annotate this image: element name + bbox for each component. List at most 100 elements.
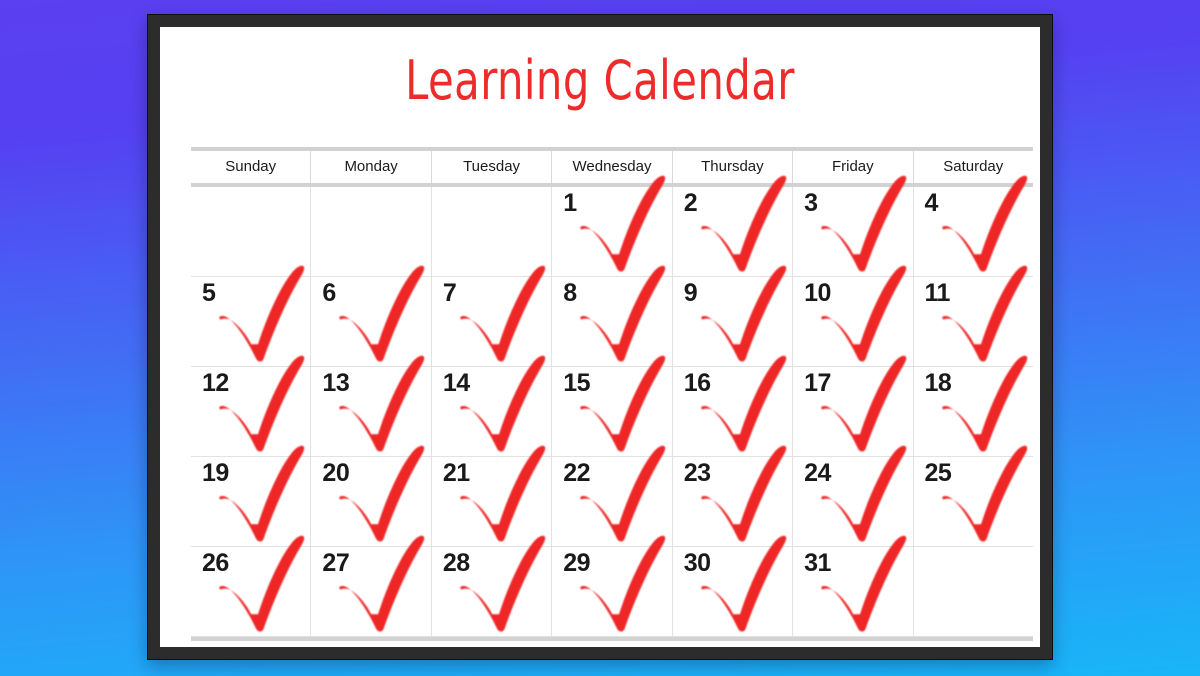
checkmark-icon (819, 533, 911, 633)
calendar-week-row: 26 27 28 29 30 31 (191, 535, 1033, 637)
calendar-day-cell-8[interactable]: 8 (551, 265, 671, 366)
day-header-sunday: Sunday (225, 158, 277, 175)
day-number: 9 (683, 279, 698, 307)
calendar-day-cell-16[interactable]: 16 (671, 355, 792, 456)
checkmark-icon (578, 443, 670, 543)
day-header-thursday: Thursday (671, 151, 792, 183)
day-number: 21 (442, 459, 470, 487)
checkmark-icon (578, 533, 670, 633)
calendar-day-cell-empty[interactable] (191, 187, 310, 276)
calendar-day-cell-21[interactable]: 21 (430, 445, 551, 546)
day-number: 8 (563, 279, 577, 307)
calendar-week-row: 12 13 14 15 16 17 18 (191, 355, 1033, 457)
day-number: 4 (924, 189, 939, 217)
calendar-day-cell-3[interactable]: 3 (792, 175, 912, 276)
calendar-week-row: 19 20 21 22 23 24 25 (191, 445, 1033, 547)
checkmark-icon (337, 353, 429, 453)
calendar-day-cell-23[interactable]: 23 (671, 445, 792, 546)
checkmark-icon (217, 263, 309, 363)
day-number: 7 (442, 279, 457, 307)
checkmark-icon (819, 263, 911, 363)
checkmark-icon (458, 263, 550, 363)
calendar-day-cell-9[interactable]: 9 (671, 265, 792, 366)
checkmark-icon (578, 173, 670, 273)
day-number: 20 (322, 459, 350, 487)
calendar-day-cell-13[interactable]: 13 (310, 355, 430, 456)
checkmark-icon (217, 533, 309, 633)
day-number: 27 (322, 549, 350, 577)
calendar-day-cell-31[interactable]: 31 (792, 535, 912, 636)
day-number: 1 (563, 189, 577, 217)
checkmark-icon (458, 533, 550, 633)
checkmark-icon (458, 443, 550, 543)
calendar-day-cell-11[interactable]: 11 (912, 265, 1033, 366)
day-number: 18 (924, 369, 952, 397)
calendar-week-row: 5 6 7 8 9 10 11 (191, 265, 1033, 367)
calendar-day-cell-2[interactable]: 2 (671, 175, 792, 276)
checkmark-icon (578, 263, 670, 363)
calendar-day-cell-empty[interactable] (912, 547, 1033, 636)
calendar-day-cell-18[interactable]: 18 (912, 355, 1033, 456)
calendar-picture-frame: Learning Calendar Sunday Monday Tuesday Wed… (147, 14, 1053, 660)
checkmark-icon (699, 173, 791, 273)
calendar-day-cell-19[interactable]: 19 (191, 445, 310, 546)
calendar-week-rows: 1 2 3 4 5 6 7 8 9 10 11 12 13 14 15 16 17 18 19 20 21 22 23 24 2… (191, 175, 1033, 641)
day-number: 3 (804, 189, 818, 217)
day-number: 16 (683, 369, 711, 397)
calendar-paper: Learning Calendar Sunday Monday Tuesday Wed… (160, 27, 1040, 647)
calendar-day-cell-20[interactable]: 20 (310, 445, 430, 546)
day-number: 17 (804, 369, 831, 397)
calendar-day-cell-empty[interactable] (310, 187, 430, 276)
calendar-day-cell-10[interactable]: 10 (792, 265, 912, 366)
calendar-day-cell-14[interactable]: 14 (430, 355, 551, 456)
day-number: 14 (442, 369, 470, 397)
checkmark-icon (217, 443, 309, 543)
page-title: Learning Calendar (405, 49, 795, 112)
checkmark-icon (819, 353, 911, 453)
checkmark-icon (940, 173, 1032, 273)
checkmark-icon (699, 443, 791, 543)
day-number: 2 (683, 189, 698, 217)
day-number: 19 (202, 459, 229, 487)
day-number: 23 (683, 459, 711, 487)
calendar-day-cell-22[interactable]: 22 (551, 445, 671, 546)
day-number: 24 (804, 459, 831, 487)
calendar-day-cell-7[interactable]: 7 (430, 265, 551, 366)
calendar-day-cell-25[interactable]: 25 (912, 445, 1033, 546)
checkmark-icon (699, 353, 791, 453)
calendar-day-cell-4[interactable]: 4 (912, 175, 1033, 276)
day-header-saturday: Saturday (912, 151, 1033, 183)
day-header-tuesday: Tuesday (430, 151, 551, 183)
calendar-day-cell-17[interactable]: 17 (792, 355, 912, 456)
day-header-wednesday: Wednesday (551, 151, 671, 183)
day-number: 30 (683, 549, 711, 577)
day-number: 6 (322, 279, 336, 307)
checkmark-icon (819, 443, 911, 543)
day-number: 22 (563, 459, 591, 487)
calendar-day-cell-29[interactable]: 29 (551, 535, 671, 636)
day-number: 5 (202, 279, 216, 307)
calendar-day-cell-5[interactable]: 5 (191, 265, 310, 366)
calendar-day-cell-26[interactable]: 26 (191, 535, 310, 636)
day-number: 12 (202, 369, 229, 397)
calendar-day-cell-1[interactable]: 1 (551, 175, 671, 276)
checkmark-icon (699, 533, 791, 633)
calendar-day-cell-28[interactable]: 28 (430, 535, 551, 636)
checkmark-icon (337, 533, 429, 633)
checkmark-icon (819, 173, 911, 273)
calendar-day-cell-27[interactable]: 27 (310, 535, 430, 636)
calendar-day-cell-12[interactable]: 12 (191, 355, 310, 456)
checkmark-icon (940, 263, 1032, 363)
checkmark-icon (217, 353, 309, 453)
calendar-day-cell-24[interactable]: 24 (792, 445, 912, 546)
calendar-day-cell-30[interactable]: 30 (671, 535, 792, 636)
day-number: 15 (563, 369, 591, 397)
day-header-friday: Friday (792, 151, 912, 183)
day-number: 13 (322, 369, 350, 397)
checkmark-icon (940, 353, 1032, 453)
day-number: 11 (924, 279, 951, 307)
calendar-day-cell-empty[interactable] (430, 187, 551, 276)
calendar-day-cell-6[interactable]: 6 (310, 265, 430, 366)
day-number: 28 (442, 549, 470, 577)
calendar-day-cell-15[interactable]: 15 (551, 355, 671, 456)
